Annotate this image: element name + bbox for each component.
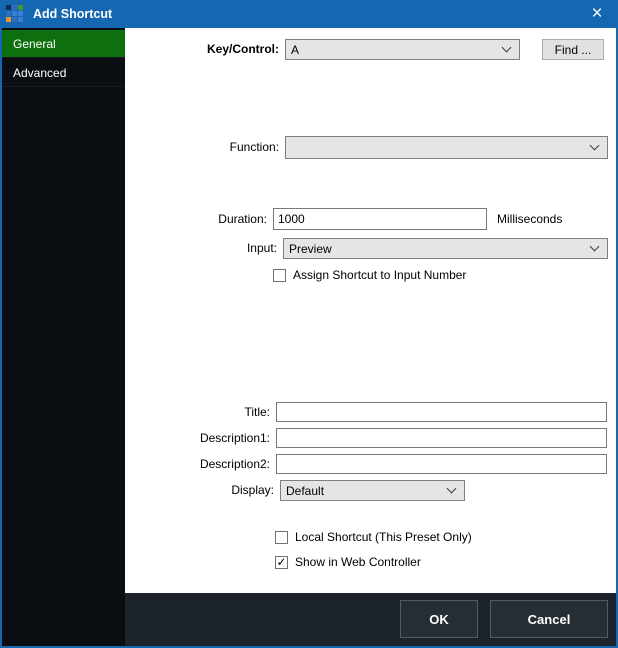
display-dropdown[interactable]: Default	[280, 480, 465, 501]
function-dropdown[interactable]	[285, 136, 608, 159]
sidebar: General Advanced	[2, 28, 125, 646]
key-control-label: Key/Control:	[149, 39, 279, 60]
window-title: Add Shortcut	[33, 0, 112, 28]
checkbox-checked-icon[interactable]: ✓	[275, 556, 288, 569]
key-control-dropdown[interactable]: A	[285, 39, 520, 60]
input-value: Preview	[289, 242, 332, 256]
description1-input[interactable]	[276, 428, 607, 448]
display-label: Display:	[144, 480, 274, 501]
description2-label: Description2:	[140, 454, 270, 474]
tab-general[interactable]: General	[2, 30, 125, 58]
title-label: Title:	[140, 402, 270, 422]
local-shortcut-checkbox[interactable]: Local Shortcut (This Preset Only)	[275, 530, 472, 544]
duration-input[interactable]	[273, 208, 487, 230]
titlebar: Add Shortcut ×	[0, 0, 618, 28]
duration-label: Duration:	[137, 208, 267, 230]
web-controller-checkbox[interactable]: ✓ Show in Web Controller	[275, 555, 421, 569]
ok-button[interactable]: OK	[400, 600, 478, 638]
footer-bar: OK Cancel	[125, 593, 616, 646]
local-shortcut-label: Local Shortcut (This Preset Only)	[295, 530, 472, 544]
milliseconds-label: Milliseconds	[497, 208, 562, 230]
chevron-down-icon	[590, 141, 600, 151]
tab-advanced[interactable]: Advanced	[2, 59, 125, 87]
vmix-logo-icon	[6, 5, 23, 22]
chevron-down-icon	[590, 242, 600, 252]
chevron-down-icon	[502, 43, 512, 53]
find-button[interactable]: Find ...	[542, 39, 604, 60]
close-icon[interactable]: ×	[580, 0, 614, 28]
description2-input[interactable]	[276, 454, 607, 474]
display-value: Default	[286, 484, 324, 498]
key-control-value: A	[291, 43, 299, 57]
cancel-button[interactable]: Cancel	[490, 600, 608, 638]
title-input[interactable]	[276, 402, 607, 422]
function-label: Function:	[149, 136, 279, 159]
input-label: Input:	[147, 238, 277, 259]
web-controller-label: Show in Web Controller	[295, 555, 421, 569]
checkbox-icon[interactable]	[275, 531, 288, 544]
assign-input-number-label: Assign Shortcut to Input Number	[293, 268, 466, 282]
chevron-down-icon	[447, 484, 457, 494]
description1-label: Description1:	[140, 428, 270, 448]
assign-input-number-checkbox[interactable]: Assign Shortcut to Input Number	[273, 268, 466, 282]
input-dropdown[interactable]: Preview	[283, 238, 608, 259]
add-shortcut-dialog: Add Shortcut × General Advanced Key/Cont…	[0, 0, 618, 648]
checkbox-icon[interactable]	[273, 269, 286, 282]
